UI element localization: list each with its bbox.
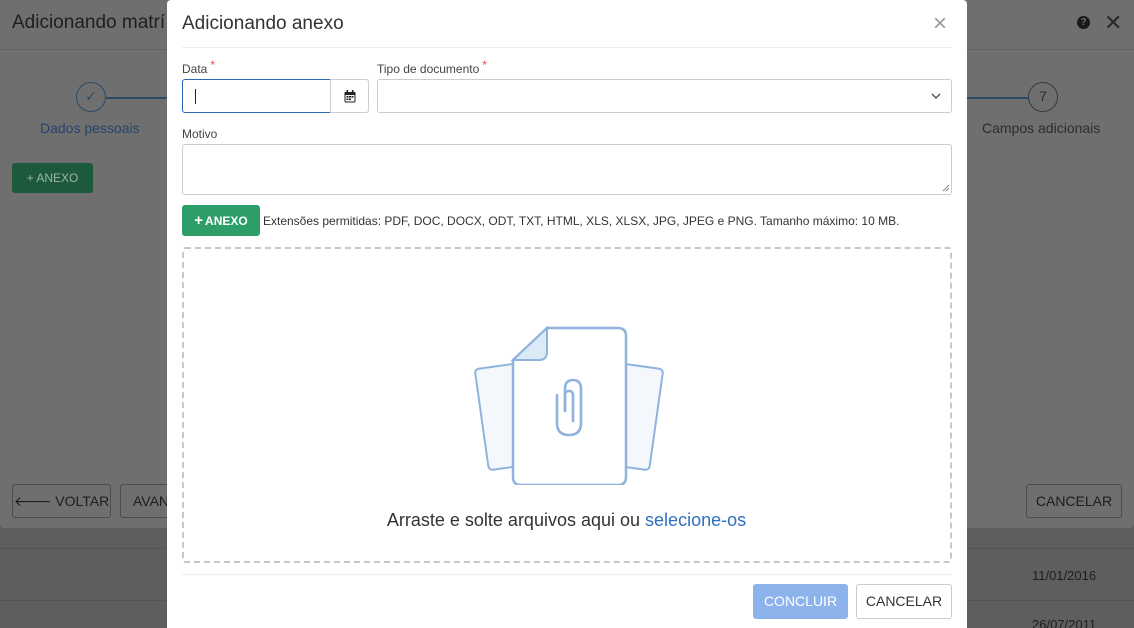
close-icon[interactable]: × — [933, 12, 947, 36]
step-connector — [106, 97, 167, 99]
resize-grip-icon[interactable] — [942, 184, 950, 192]
file-dropzone[interactable]: Arraste e solte arquivos aqui ou selecio… — [182, 247, 952, 563]
required-mark: * — [482, 58, 487, 72]
header-divider — [182, 47, 952, 48]
date-input[interactable] — [182, 79, 331, 113]
voltar-button[interactable]: 🡐 VOLTAR — [12, 484, 111, 518]
tipo-documento-label-text: Tipo de documento — [377, 62, 480, 76]
data-label: Data * — [182, 58, 215, 76]
step-label-dados-pessoais: Dados pessoais — [40, 120, 140, 136]
step-check-icon: ✓ — [76, 82, 106, 112]
dropzone-text: Arraste e solte arquivos aqui ou selecio… — [184, 510, 949, 531]
background-cancelar-button[interactable]: CANCELAR — [1026, 484, 1122, 518]
calendar-button[interactable] — [330, 79, 369, 113]
background-anexo-button[interactable]: + ANEXO — [12, 163, 93, 193]
footer-divider — [182, 574, 952, 575]
tipo-documento-label: Tipo de documento * — [377, 58, 487, 76]
background-close-icon[interactable]: ✕ — [1104, 12, 1122, 34]
background-anexo-label: ANEXO — [36, 171, 79, 185]
add-attachment-dialog: Adicionando anexo × Data * Tipo de docume… — [167, 0, 967, 628]
help-icon[interactable]: ? — [1077, 16, 1090, 29]
step-label-campos-adicionais: Campos adicionais — [982, 120, 1101, 136]
dialog-title: Adicionando anexo — [182, 13, 344, 34]
motivo-textarea[interactable] — [182, 144, 952, 195]
voltar-label: VOLTAR — [55, 493, 110, 509]
select-files-link[interactable]: selecione-os — [645, 510, 746, 530]
step-number-7: 7 — [1028, 82, 1058, 112]
row-date: 26/07/2011 — [1032, 617, 1097, 628]
row-date: 11/01/2016 — [1032, 568, 1097, 583]
data-label-text: Data — [182, 62, 208, 76]
add-anexo-button[interactable]: + ANEXO — [182, 205, 260, 236]
file-attachment-icon — [474, 325, 664, 485]
chevron-down-icon — [931, 93, 941, 99]
required-mark: * — [210, 58, 216, 72]
plus-icon: + — [194, 212, 204, 229]
arrow-left-icon: 🡐 — [13, 493, 52, 509]
text-caret — [195, 89, 196, 104]
step-connector — [967, 97, 1028, 99]
cancelar-button[interactable]: CANCELAR — [856, 584, 952, 619]
allowed-extensions-text: Extensões permitidas: PDF, DOC, DOCX, OD… — [263, 214, 900, 228]
calendar-icon — [344, 90, 356, 103]
tipo-documento-select[interactable] — [377, 79, 952, 113]
dropzone-instruction: Arraste e solte arquivos aqui ou — [386, 510, 641, 530]
motivo-label: Motivo — [182, 127, 218, 141]
background-title: Adicionando matrí — [12, 12, 166, 33]
add-anexo-label: ANEXO — [205, 214, 248, 228]
concluir-button[interactable]: CONCLUIR — [753, 584, 848, 619]
